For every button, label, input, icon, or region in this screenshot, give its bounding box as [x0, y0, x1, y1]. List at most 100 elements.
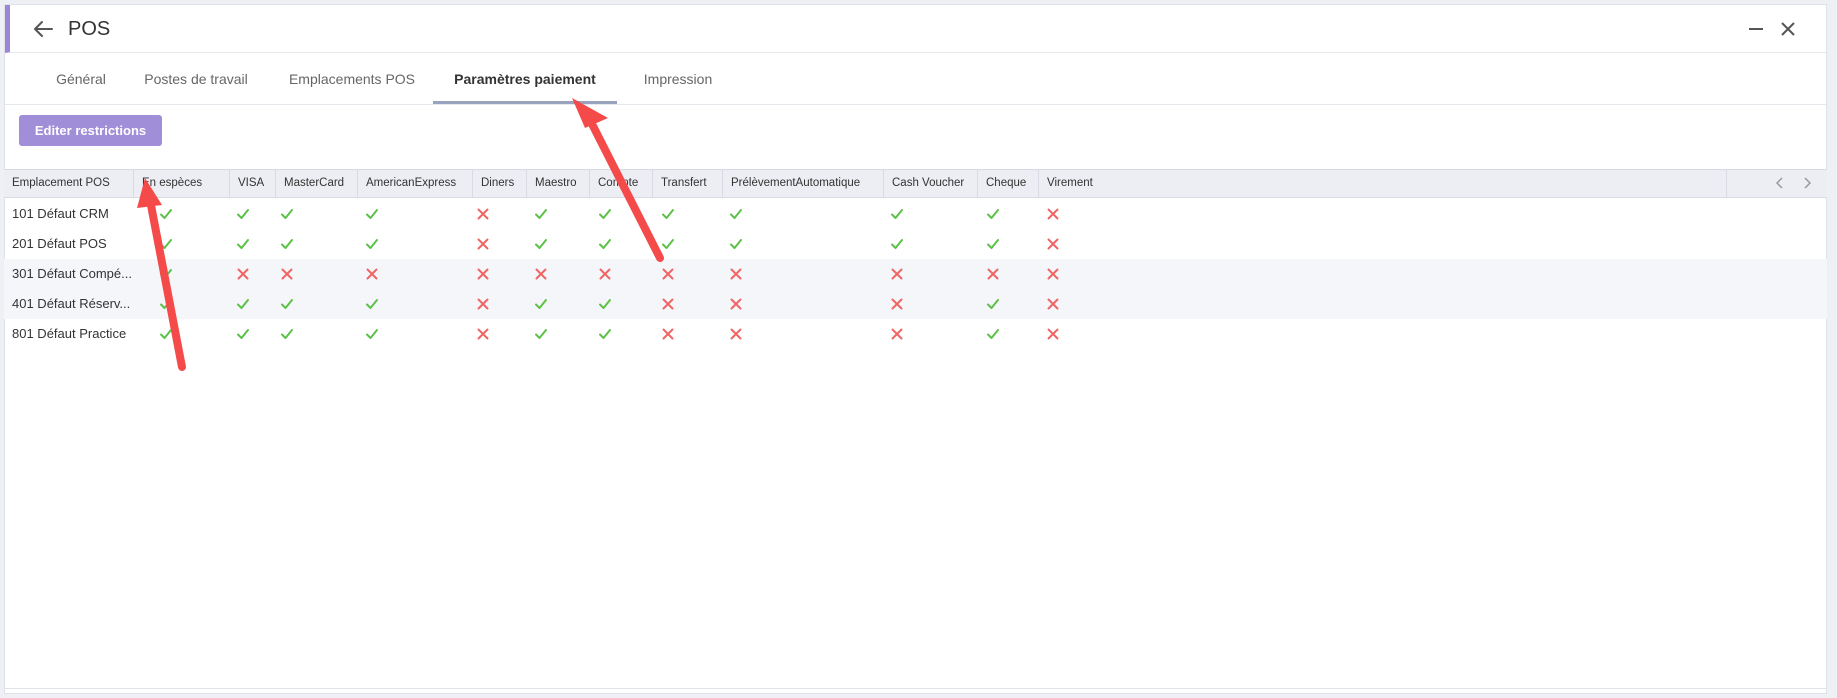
check-icon: [987, 239, 999, 249]
check-icon: [237, 329, 249, 339]
tab-emplacements-pos[interactable]: Emplacements POS: [277, 53, 427, 104]
minimize-icon[interactable]: [1748, 21, 1764, 37]
close-icon[interactable]: [1780, 21, 1796, 37]
table-row[interactable]: 201 Défaut POS: [4, 229, 1827, 259]
col-mastercard[interactable]: MasterCard: [276, 170, 358, 197]
cell-emplacement-name: 301 Défaut Compé...: [12, 266, 132, 281]
check-icon: [730, 239, 742, 249]
cross-icon: [1047, 238, 1059, 250]
cell-emplacement-name: 401 Défaut Réserv...: [12, 296, 131, 311]
cross-icon: [662, 298, 674, 310]
tab-parametres-paiement[interactable]: Paramètres paiement: [433, 53, 617, 104]
check-icon: [599, 209, 611, 219]
edit-restrictions-button[interactable]: Editer restrictions: [19, 115, 162, 146]
cross-icon: [477, 298, 489, 310]
check-icon: [891, 239, 903, 249]
check-icon: [599, 329, 611, 339]
cross-icon: [730, 328, 742, 340]
col-emplacement-pos[interactable]: Emplacement POS: [4, 170, 134, 197]
check-icon: [535, 299, 547, 309]
cross-icon: [1047, 208, 1059, 220]
col-transfert[interactable]: Transfert: [653, 170, 723, 197]
check-icon: [987, 209, 999, 219]
table-row[interactable]: 401 Défaut Réserv...: [4, 289, 1827, 319]
check-icon: [987, 329, 999, 339]
table-row[interactable]: 801 Défaut Practice: [4, 319, 1827, 349]
tab-impression[interactable]: Impression: [625, 53, 731, 104]
cell-emplacement-name: 101 Défaut CRM: [12, 206, 109, 221]
check-icon: [160, 329, 172, 339]
cross-icon: [662, 328, 674, 340]
tab-bar: Général Postes de travail Emplacements P…: [5, 53, 1826, 105]
check-icon: [281, 329, 293, 339]
cross-icon: [281, 268, 293, 280]
tab-postes-de-travail[interactable]: Postes de travail: [125, 53, 267, 104]
check-icon: [366, 239, 378, 249]
cross-icon: [891, 268, 903, 280]
check-icon: [160, 269, 172, 279]
cross-icon: [366, 268, 378, 280]
col-cash-voucher[interactable]: Cash Voucher: [884, 170, 978, 197]
col-en-especes[interactable]: En espèces: [134, 170, 230, 197]
check-icon: [160, 299, 172, 309]
cross-icon: [662, 268, 674, 280]
check-icon: [730, 209, 742, 219]
check-icon: [662, 209, 674, 219]
check-icon: [281, 209, 293, 219]
table-row[interactable]: 101 Défaut CRM: [4, 199, 1827, 229]
check-icon: [987, 299, 999, 309]
check-icon: [599, 239, 611, 249]
window-bottom-divider: [5, 688, 1826, 689]
pos-window: POS Général Postes de travail Emplacemen…: [4, 4, 1827, 694]
scroll-left-icon[interactable]: [1773, 176, 1787, 190]
check-icon: [237, 299, 249, 309]
check-icon: [160, 209, 172, 219]
col-prelevement-automatique[interactable]: PrélèvementAutomatique: [723, 170, 884, 197]
col-virement[interactable]: Virement: [1039, 170, 1727, 197]
back-arrow-icon[interactable]: [32, 19, 54, 39]
check-icon: [281, 239, 293, 249]
cross-icon: [891, 298, 903, 310]
cross-icon: [477, 328, 489, 340]
cross-icon: [730, 268, 742, 280]
check-icon: [366, 329, 378, 339]
check-icon: [237, 239, 249, 249]
cross-icon: [477, 238, 489, 250]
scroll-right-icon[interactable]: [1800, 176, 1814, 190]
cross-icon: [1047, 268, 1059, 280]
check-icon: [535, 329, 547, 339]
cross-icon: [477, 208, 489, 220]
tab-general[interactable]: Général: [25, 53, 137, 104]
check-icon: [237, 209, 249, 219]
cross-icon: [1047, 298, 1059, 310]
col-maestro[interactable]: Maestro: [527, 170, 590, 197]
cross-icon: [599, 268, 611, 280]
cross-icon: [891, 328, 903, 340]
check-icon: [366, 209, 378, 219]
cross-icon: [535, 268, 547, 280]
check-icon: [366, 299, 378, 309]
check-icon: [160, 239, 172, 249]
cross-icon: [237, 268, 249, 280]
col-compte[interactable]: Compte: [590, 170, 653, 197]
window-title: POS: [68, 18, 111, 40]
check-icon: [281, 299, 293, 309]
check-icon: [535, 239, 547, 249]
check-icon: [662, 239, 674, 249]
check-icon: [535, 209, 547, 219]
cell-emplacement-name: 201 Défaut POS: [12, 236, 107, 251]
col-visa[interactable]: VISA: [230, 170, 276, 197]
cross-icon: [477, 268, 489, 280]
cross-icon: [730, 298, 742, 310]
cross-icon: [1047, 328, 1059, 340]
check-icon: [599, 299, 611, 309]
title-bar: POS: [5, 5, 1826, 53]
grid-header: Emplacement POS En espèces VISA MasterCa…: [4, 169, 1827, 198]
cell-emplacement-name: 801 Défaut Practice: [12, 326, 127, 341]
col-diners[interactable]: Diners: [473, 170, 527, 197]
cross-icon: [987, 268, 999, 280]
col-cheque[interactable]: Cheque: [978, 170, 1039, 197]
table-row[interactable]: 301 Défaut Compé...: [4, 259, 1827, 289]
col-americanexpress[interactable]: AmericanExpress: [358, 170, 473, 197]
check-icon: [891, 209, 903, 219]
